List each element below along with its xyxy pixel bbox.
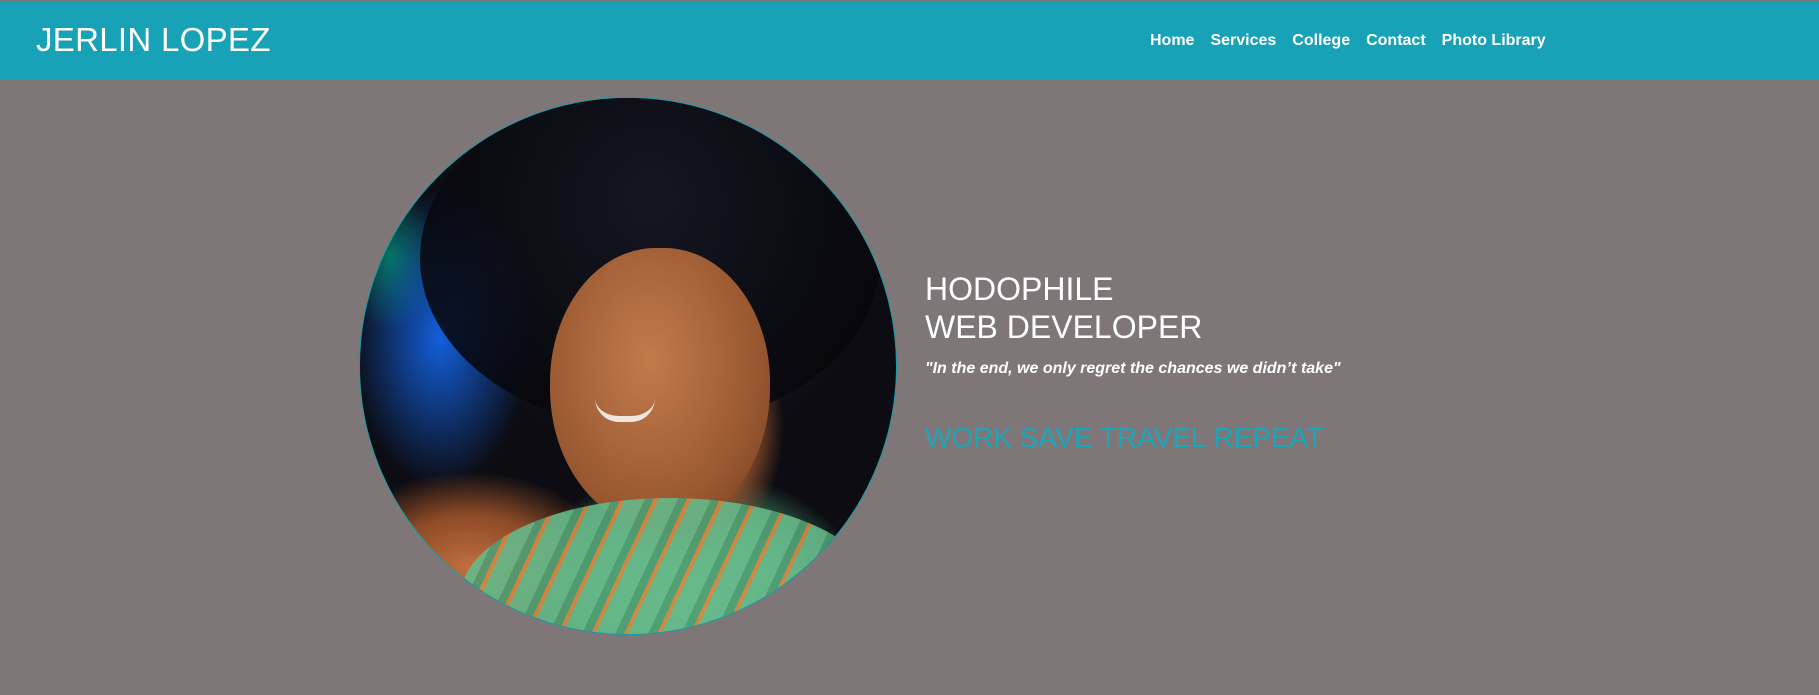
nav-photo-library-link[interactable]: Photo Library (1434, 32, 1554, 50)
profile-photo (359, 97, 897, 635)
top-navbar: JERLIN LOPEZ Home Services College Conta… (0, 2, 1819, 80)
hero-title: HODOPHILE WEB DEVELOPER (925, 270, 1341, 346)
photo-face-shape (550, 248, 770, 528)
hero-text-block: HODOPHILE WEB DEVELOPER "In the end, we … (925, 270, 1341, 454)
photo-shirt-shape (460, 498, 880, 634)
nav-services-link[interactable]: Services (1202, 32, 1284, 50)
nav-contact-link[interactable]: Contact (1358, 32, 1434, 50)
hero-motto: WORK SAVE TRAVEL REPEAT (925, 422, 1324, 453)
nav-college-link[interactable]: College (1284, 32, 1358, 50)
hero-title-line1: HODOPHILE (925, 271, 1114, 307)
main-nav: Home Services College Contact Photo Libr… (1142, 32, 1554, 50)
nav-home-link[interactable]: Home (1142, 32, 1202, 50)
hero-quote: "In the end, we only regret the chances … (925, 360, 1341, 377)
hero-title-line2: WEB DEVELOPER (925, 309, 1203, 345)
site-brand[interactable]: JERLIN LOPEZ (36, 21, 271, 59)
